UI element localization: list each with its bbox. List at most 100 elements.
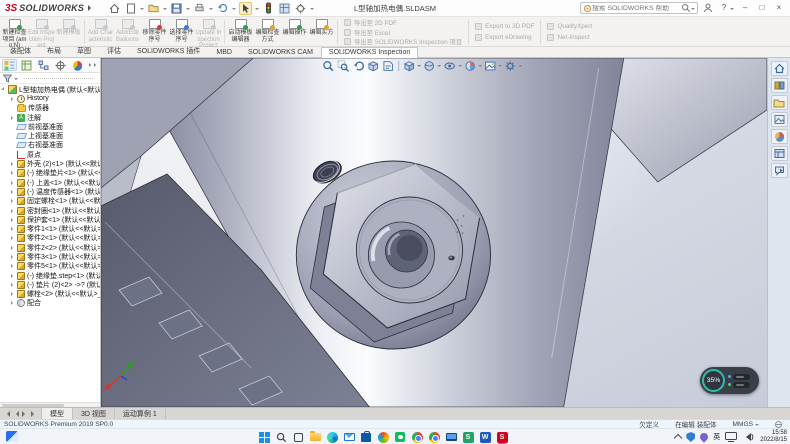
tab-solidworks-inspection[interactable]: SOLIDWORKS Inspection [321,47,418,58]
zoom-to-area-icon[interactable] [336,59,350,72]
tree-item-component[interactable]: 零件1<1> (默认<<默认>_显示状态 [0,224,100,233]
wps-icon[interactable]: S [462,431,474,443]
expander-icon[interactable] [11,236,15,240]
tree-item-component[interactable]: (-) 垫片 (2)<2> ->? (默认<<默认> [0,280,100,289]
widgets-icon[interactable] [6,431,18,442]
tree-item-component[interactable]: 固定螺栓<1> (默认<<默认>_显示状 [0,197,100,206]
expander-icon[interactable] [11,171,15,175]
options-button[interactable] [294,2,307,15]
tree-item-sensor-folder[interactable]: 传感器 [0,104,100,113]
remote-desktop-icon[interactable] [445,431,457,443]
tree-item-component[interactable]: 零件3<1> (默认<<默认>_显示状态 [0,252,100,261]
minimize-button[interactable]: – [739,2,751,14]
help-button[interactable]: ? [718,2,730,14]
hide-show-items-icon[interactable] [442,59,457,72]
expander-icon[interactable] [11,218,15,222]
tags-globe-icon[interactable] [775,421,782,428]
tab-mbd[interactable]: MBD [208,47,240,57]
options-dropdown-icon[interactable] [310,8,314,12]
expander-icon[interactable] [11,181,15,185]
tree-item-front-plane[interactable]: 前视基准面 [0,122,100,131]
tab-assembly[interactable]: 装配体 [2,44,39,57]
tab-layout[interactable]: 布局 [39,44,69,57]
login-user-icon[interactable] [703,3,713,13]
print-dropdown-icon[interactable] [209,8,213,12]
new-inspection-project-button[interactable]: 新建检查项目 (amp;N) [1,18,28,46]
expander-icon[interactable] [11,209,15,213]
save-dropdown-icon[interactable] [186,8,190,12]
overlay-control-bar[interactable] [733,382,750,388]
design-library-icon[interactable] [771,78,788,93]
overlay-control-bar[interactable] [733,374,750,380]
tree-item-component[interactable]: (-) 温度传感器<1> (默认<<默认>_显 [0,187,100,196]
tree-item-component[interactable]: (-) 绝缘垫片<1> (默认<<默认>_显示 [0,169,100,178]
expander-icon[interactable] [11,292,15,296]
file-explorer-icon[interactable] [771,95,788,110]
previous-view-icon[interactable] [351,59,365,72]
location-pin-icon[interactable] [699,431,710,442]
model-tab[interactable]: 模型 [42,408,73,419]
display-style-icon[interactable] [422,59,436,72]
undo-button[interactable] [216,2,229,15]
units-selector[interactable]: MMGS [732,421,753,428]
search-magnifier-icon[interactable] [681,3,691,13]
tree-item-right-plane[interactable]: 右视基准面 [0,141,100,150]
rebuild-button[interactable] [262,2,275,15]
tree-item-annotations[interactable]: 注解 [0,113,100,122]
tab-addins[interactable]: SOLIDWORKS 插件 [129,44,208,57]
launch-template-editor-button[interactable]: 启动模板编辑器 [227,18,254,46]
view-orientation-dropdown[interactable] [417,65,421,69]
open-document-button[interactable] [147,2,160,15]
expander-icon[interactable] [11,301,15,305]
expander-icon[interactable] [11,199,15,203]
new-dropdown-icon[interactable] [140,8,144,12]
solidworks-help-search-input[interactable] [592,5,681,12]
edit-operations-button[interactable]: 编辑操作 [281,18,308,46]
mail-icon[interactable] [343,431,355,443]
panel-grip[interactable] [24,78,93,79]
new-document-button[interactable] [124,2,137,15]
edit-inspection-methods-button[interactable]: 编辑检查方式 [254,18,281,46]
tree-item-top-plane[interactable]: 上视基准面 [0,131,100,140]
zoom-to-fit-icon[interactable] [321,59,335,72]
section-view-icon[interactable] [366,59,380,72]
tree-item-component[interactable]: 密封圈<1> (默认<<默认>_显示状态 [0,206,100,215]
apply-scene-dropdown[interactable] [498,65,502,69]
expander-icon[interactable] [11,162,15,166]
restore-button[interactable]: □ [756,2,768,14]
chrome-icon[interactable] [411,431,423,443]
expander-icon[interactable] [11,246,15,250]
dimxpertmanager-tab[interactable] [53,59,68,71]
open-dropdown-icon[interactable] [163,8,167,12]
expander-icon[interactable] [11,274,15,278]
wechat-icon[interactable] [394,431,406,443]
tree-item-component[interactable]: 外壳 (2)<1> (默认<<默认>_显示状态 [0,159,100,168]
tree-item-origin[interactable]: 原点 [0,150,100,159]
expander-icon[interactable] [11,190,15,194]
select-balloons-button[interactable]: 选择零件序号 [168,18,195,46]
solidworks-resources-icon[interactable] [771,61,788,76]
help-dropdown-icon[interactable] [730,8,734,12]
task-view-icon[interactable] [292,431,304,443]
view-settings-icon[interactable] [503,59,517,72]
expander-icon[interactable] [11,116,15,120]
expander-icon[interactable] [11,283,15,287]
expander-icon[interactable] [1,87,7,93]
edit-appearance-dropdown[interactable] [478,65,482,69]
propertymanager-tab[interactable] [19,59,34,71]
tree-item-history[interactable]: History [0,94,100,103]
select-tool-button[interactable] [239,2,252,15]
view-palette-icon[interactable] [771,112,788,127]
defender-shield-icon[interactable] [686,432,695,442]
edit-customers-button[interactable]: 编辑买方 [308,18,335,46]
display-settings-button[interactable] [278,2,291,15]
close-button[interactable]: × [773,2,785,14]
motion-study-tab[interactable]: 运动算例 1 [115,408,166,419]
hide-show-dropdown[interactable] [458,65,462,69]
3d-views-tab[interactable]: 3D 视图 [73,408,115,419]
displaymanager-tab[interactable] [70,59,85,71]
view-settings-dropdown[interactable] [518,65,522,69]
photos-icon[interactable] [377,431,389,443]
edge-icon[interactable] [326,431,338,443]
featuremanager-tree-tab[interactable] [2,59,17,71]
